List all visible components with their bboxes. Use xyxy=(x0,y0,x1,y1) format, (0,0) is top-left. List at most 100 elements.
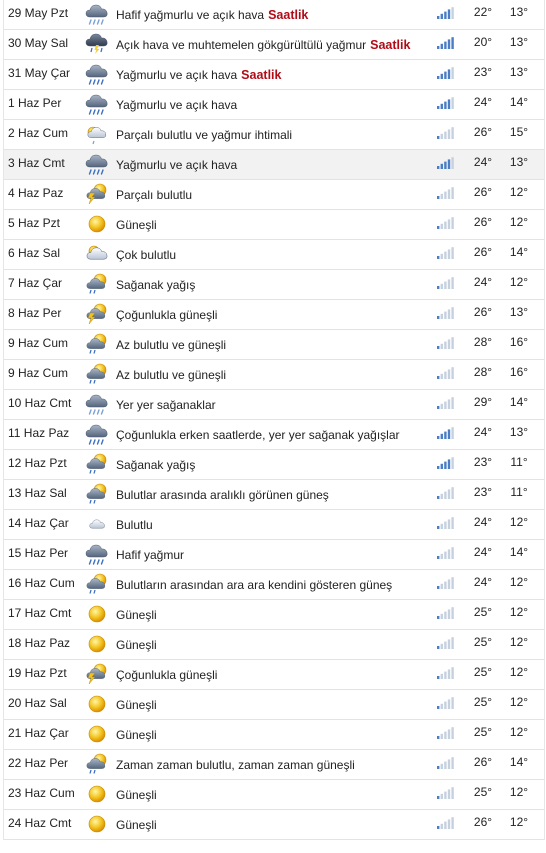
temp-low: 14° xyxy=(509,545,529,559)
signal-strength-icon xyxy=(437,217,455,229)
temp-high: 23° xyxy=(473,485,493,499)
forecast-date: 23 Haz Cum xyxy=(8,786,75,800)
signal-strength-icon xyxy=(437,97,455,109)
signal-strength-icon xyxy=(437,517,455,529)
cloud-rain-icon xyxy=(84,93,110,115)
sun-cloud-lightning-icon xyxy=(84,663,110,685)
cloud-rain-icon xyxy=(84,63,110,85)
forecast-row: 19 Haz Pzt Çoğunlukla güneşli 25° 12° xyxy=(4,660,544,690)
forecast-description: Zaman zaman bulutlu, zaman zaman güneşli xyxy=(116,758,355,772)
forecast-description: Bulutlar arasında aralıklı görünen güneş xyxy=(116,488,329,502)
forecast-row: 9 Haz Cum Az bulutlu ve güneşli 28° 16° xyxy=(4,360,544,390)
forecast-description: Güneşli xyxy=(116,728,157,742)
forecast-date: 9 Haz Cum xyxy=(8,336,69,350)
forecast-date: 9 Haz Cum xyxy=(8,366,69,380)
forecast-row: 17 Haz Cmt Güneşli 25° 12° xyxy=(4,600,544,630)
forecast-date: 15 Haz Per xyxy=(8,546,69,560)
temp-low: 15° xyxy=(509,125,529,139)
sun-cloud-lightning-icon xyxy=(84,303,110,325)
temp-high: 25° xyxy=(473,635,493,649)
sun-icon xyxy=(84,813,110,835)
signal-strength-icon xyxy=(437,67,455,79)
forecast-date: 12 Haz Pzt xyxy=(8,456,67,470)
sun-icon xyxy=(84,603,110,625)
sun-icon xyxy=(84,723,110,745)
forecast-description-cell: Yağmurlu ve açık hava Saatlik xyxy=(116,60,281,90)
temp-high: 23° xyxy=(473,455,493,469)
forecast-description-cell: Bulutların arasından ara ara kendini gös… xyxy=(116,570,392,600)
forecast-description-cell: Hafif yağmurlu ve açık hava Saatlik xyxy=(116,0,308,30)
temp-low: 14° xyxy=(509,395,529,409)
temp-high: 26° xyxy=(473,755,493,769)
temp-high: 24° xyxy=(473,545,493,559)
forecast-description: Bulutların arasından ara ara kendini gös… xyxy=(116,578,393,592)
sun-cloud-rain-icon xyxy=(84,753,110,775)
forecast-date: 4 Haz Paz xyxy=(8,186,64,200)
forecast-description: Güneşli xyxy=(116,788,157,802)
forecast-description: Sağanak yağış xyxy=(116,278,196,292)
forecast-description: Açık hava ve muhtemelen gökgürültülü yağ… xyxy=(116,38,367,52)
hourly-link[interactable]: Saatlik xyxy=(241,68,281,82)
forecast-row: 11 Haz Paz Çoğunlukla erken saatlerde, y… xyxy=(4,420,544,450)
forecast-row: 4 Haz Paz Parçalı bulutlu 26° 12° xyxy=(4,180,544,210)
forecast-date: 3 Haz Cmt xyxy=(8,156,65,170)
hourly-link[interactable]: Saatlik xyxy=(370,38,410,52)
hourly-link[interactable]: Saatlik xyxy=(268,8,308,22)
signal-strength-icon xyxy=(437,607,455,619)
temp-high: 24° xyxy=(473,95,493,109)
signal-strength-icon xyxy=(437,787,455,799)
forecast-description: Az bulutlu ve güneşli xyxy=(116,368,227,382)
forecast-description-cell: Az bulutlu ve güneşli xyxy=(116,360,226,390)
forecast-description: Az bulutlu ve güneşli xyxy=(116,338,227,352)
forecast-description-cell: Açık hava ve muhtemelen gökgürültülü yağ… xyxy=(116,30,410,60)
forecast-date: 6 Haz Sal xyxy=(8,246,61,260)
temp-high: 25° xyxy=(473,665,493,679)
thunder-rain-icon xyxy=(84,33,110,55)
temp-high: 25° xyxy=(473,725,493,739)
signal-strength-icon xyxy=(437,637,455,649)
signal-strength-icon xyxy=(437,667,455,679)
forecast-description: Çok bulutlu xyxy=(116,248,177,262)
signal-strength-icon xyxy=(437,157,455,169)
forecast-date: 30 May Sal xyxy=(8,36,69,50)
forecast-row: 22 Haz Per Zaman zaman bulutlu, zaman za… xyxy=(4,750,544,780)
forecast-description-cell: Hafif yağmur xyxy=(116,540,184,570)
sun-cloud-rain-icon xyxy=(84,483,110,505)
temp-low: 12° xyxy=(509,185,529,199)
temp-high: 24° xyxy=(473,425,493,439)
signal-strength-icon xyxy=(437,727,455,739)
forecast-row: 8 Haz Per Çoğunlukla güneşli 26° 13° xyxy=(4,300,544,330)
temp-high: 24° xyxy=(473,575,493,589)
forecast-description-cell: Güneşli xyxy=(116,600,157,630)
sun-icon xyxy=(84,783,110,805)
forecast-description: Güneşli xyxy=(116,608,157,622)
sun-icon xyxy=(84,633,110,655)
signal-strength-icon xyxy=(437,367,455,379)
forecast-row: 10 Haz Cmt Yer yer sağanaklar 29° 14° xyxy=(4,390,544,420)
temp-high: 22° xyxy=(473,5,493,19)
temp-high: 20° xyxy=(473,35,493,49)
forecast-description-cell: Çoğunlukla erken saatlerde, yer yer sağa… xyxy=(116,420,400,450)
forecast-date: 31 May Çar xyxy=(8,66,71,80)
forecast-date: 10 Haz Cmt xyxy=(8,396,72,410)
forecast-date: 13 Haz Sal xyxy=(8,486,67,500)
forecast-description: Parçalı bulutlu ve yağmur ihtimali xyxy=(116,128,293,142)
forecast-row: 3 Haz Cmt Yağmurlu ve açık hava 24° 13° xyxy=(4,150,544,180)
temp-high: 23° xyxy=(473,65,493,79)
temp-low: 13° xyxy=(509,305,529,319)
forecast-row: 29 May Pzt Hafif yağmurlu ve açık hava Sa… xyxy=(4,0,544,30)
temp-high: 26° xyxy=(473,185,493,199)
temp-low: 12° xyxy=(509,515,529,529)
signal-strength-icon xyxy=(437,337,455,349)
forecast-description-cell: Bulutlu xyxy=(116,510,153,540)
forecast-date: 19 Haz Pzt xyxy=(8,666,67,680)
forecast-row: 12 Haz Pzt Sağanak yağış 23° 11° xyxy=(4,450,544,480)
temp-low: 11° xyxy=(510,455,528,469)
signal-strength-icon xyxy=(437,127,455,139)
cloud-drizzle-icon xyxy=(84,3,110,25)
signal-strength-icon xyxy=(437,247,455,259)
forecast-description-cell: Güneşli xyxy=(116,690,157,720)
signal-strength-icon xyxy=(437,697,455,709)
forecast-description: Güneşli xyxy=(116,818,157,832)
temp-high: 28° xyxy=(473,365,493,379)
